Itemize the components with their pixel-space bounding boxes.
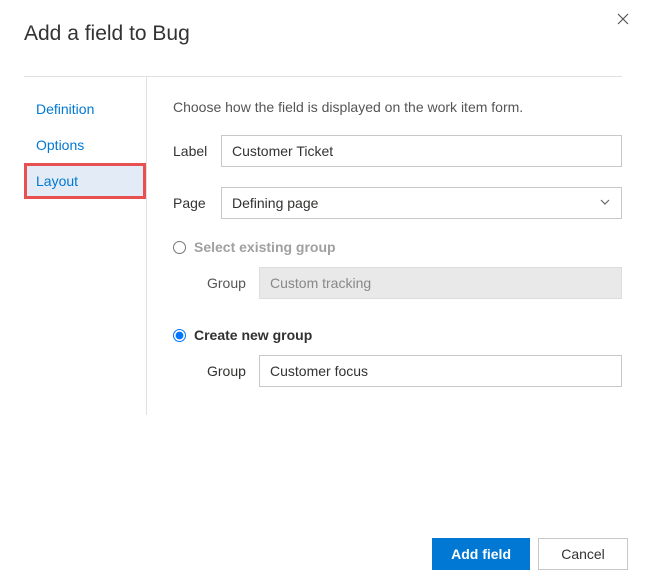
tab-layout[interactable]: Layout (24, 163, 146, 199)
dialog-title: Add a field to Bug (0, 0, 646, 76)
chevron-down-icon (599, 195, 611, 211)
new-group-caption: Group (207, 363, 259, 379)
new-group-input[interactable] (259, 355, 622, 387)
label-row: Label (173, 135, 622, 167)
existing-group-radio-row: Select existing group (173, 239, 622, 255)
new-group-radio[interactable] (173, 329, 186, 342)
dialog-body: Definition Options Layout Choose how the… (24, 76, 622, 415)
new-group-radio-label: Create new group (194, 327, 312, 343)
label-caption: Label (173, 143, 221, 159)
existing-group-caption: Group (207, 275, 259, 291)
existing-group-row: Group (207, 267, 622, 299)
helper-text: Choose how the field is displayed on the… (173, 99, 622, 115)
close-button[interactable] (614, 10, 632, 28)
page-caption: Page (173, 195, 221, 211)
close-icon (617, 13, 629, 25)
new-group-row: Group (207, 355, 622, 387)
tab-list: Definition Options Layout (24, 77, 147, 415)
page-row: Page Defining page (173, 187, 622, 219)
existing-group-radio[interactable] (173, 241, 186, 254)
dialog-footer: Add field Cancel (432, 538, 628, 570)
layout-pane: Choose how the field is displayed on the… (147, 77, 622, 415)
existing-group-radio-label: Select existing group (194, 239, 336, 255)
existing-group-input (259, 267, 622, 299)
add-field-dialog: Add a field to Bug Definition Options La… (0, 0, 646, 584)
new-group-radio-row: Create new group (173, 327, 622, 343)
tab-definition[interactable]: Definition (24, 91, 146, 127)
add-field-button[interactable]: Add field (432, 538, 530, 570)
tab-options[interactable]: Options (24, 127, 146, 163)
cancel-button[interactable]: Cancel (538, 538, 628, 570)
label-input[interactable] (221, 135, 622, 167)
page-select[interactable]: Defining page (221, 187, 622, 219)
page-select-value: Defining page (232, 195, 318, 211)
